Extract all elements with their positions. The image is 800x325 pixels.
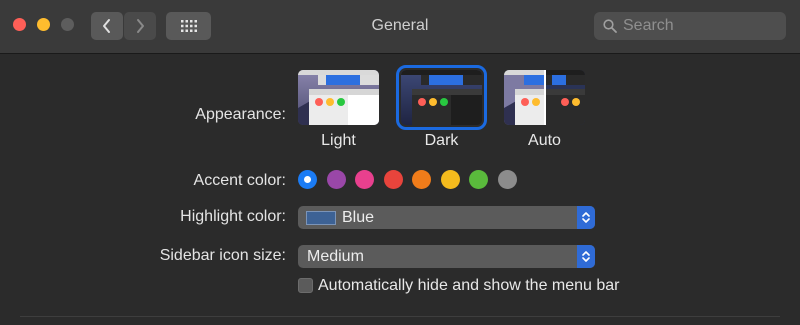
appearance-light-label: Light xyxy=(321,132,356,149)
divider xyxy=(20,316,780,317)
appearance-light-thumbnail[interactable] xyxy=(298,70,379,125)
hide-menu-bar-checkbox[interactable] xyxy=(298,278,313,293)
appearance-label: Appearance: xyxy=(195,106,286,123)
highlight-color-chip xyxy=(306,210,336,225)
accent-purple-swatch[interactable] xyxy=(327,170,346,189)
search-field[interactable] xyxy=(594,12,786,40)
appearance-auto-label: Auto xyxy=(528,132,561,149)
appearance-dark-label: Dark xyxy=(424,132,459,149)
accent-graphite-swatch[interactable] xyxy=(498,170,517,189)
sidebar-icon-size-value: Medium xyxy=(307,247,364,265)
accent-red-swatch[interactable] xyxy=(384,170,403,189)
highlight-color-select[interactable]: Blue xyxy=(298,206,595,229)
selected-indicator xyxy=(304,176,311,183)
sidebar-icon-size-select[interactable]: Medium xyxy=(298,245,595,268)
accent-blue-swatch[interactable] xyxy=(298,170,317,189)
updown-arrows-icon xyxy=(577,245,595,268)
highlight-color-label: Highlight color: xyxy=(180,208,286,225)
highlight-color-value: Blue xyxy=(342,208,375,226)
accent-yellow-swatch[interactable] xyxy=(441,170,460,189)
hide-menu-bar-label[interactable]: Automatically hide and show the menu bar xyxy=(318,277,620,295)
title-bar: General xyxy=(0,0,800,54)
search-icon xyxy=(603,19,617,33)
accent-orange-swatch[interactable] xyxy=(412,170,431,189)
sidebar-icon-size-label: Sidebar icon size: xyxy=(159,247,286,264)
accent-color-label: Accent color: xyxy=(193,172,286,189)
appearance-dark-thumbnail[interactable] xyxy=(396,65,487,130)
accent-pink-swatch[interactable] xyxy=(355,170,374,189)
updown-arrows-icon xyxy=(577,206,595,229)
search-input[interactable] xyxy=(623,17,773,35)
accent-green-swatch[interactable] xyxy=(469,170,488,189)
appearance-auto-thumbnail[interactable] xyxy=(504,70,585,125)
